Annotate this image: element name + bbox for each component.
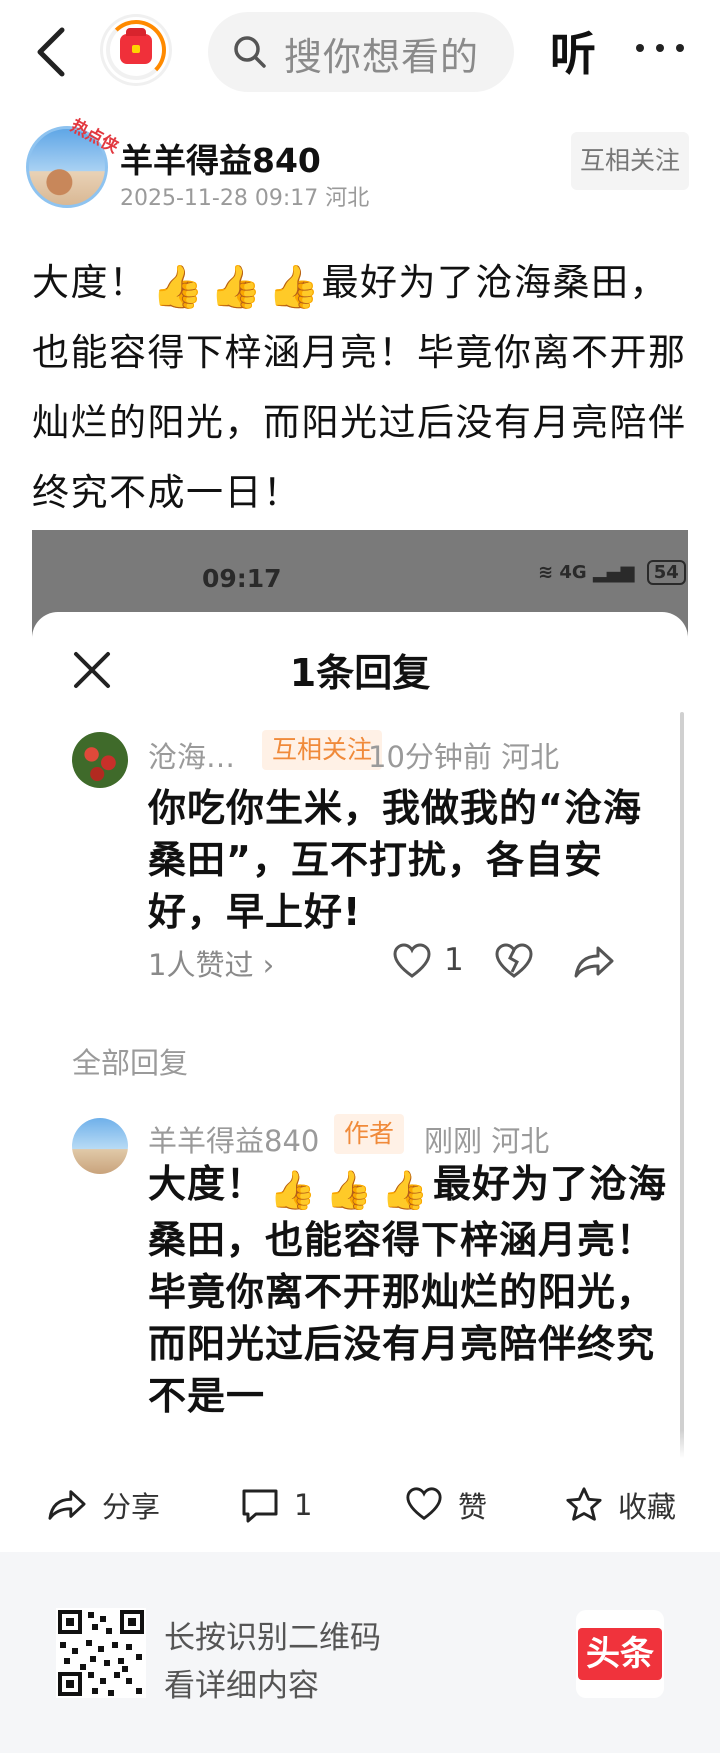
share-label: 分享 — [102, 1490, 161, 1524]
status-time: 09:17 — [202, 564, 282, 593]
heart-icon — [406, 1487, 442, 1521]
commenter-avatar — [72, 732, 128, 788]
share-icon — [574, 946, 614, 978]
like-button[interactable]: 赞 — [404, 1480, 487, 1530]
sheet-title: 1条回复 — [289, 651, 431, 695]
post-meta: 2025-11-28 09:17 河北 — [120, 186, 370, 211]
star-icon — [566, 1487, 602, 1521]
toutiao-logo: 头条 — [576, 1610, 664, 1698]
action-bar: 分享 1 赞 收藏 — [0, 1460, 720, 1550]
signal-icon: ▂▄▆ — [592, 562, 635, 583]
author-badge: 作者 — [334, 1114, 405, 1154]
mutual-follow-badge: 互相关注 — [262, 730, 383, 770]
thumbs-up-emoji: 👍 — [269, 1168, 318, 1212]
back-arrow-icon[interactable] — [30, 22, 74, 82]
author-name[interactable]: 羊羊得益840 — [120, 134, 321, 182]
thumbs-up-emoji: 👍 — [209, 262, 264, 311]
thumbs-up-emoji: 👍 — [381, 1168, 430, 1212]
comment-count: 1 — [294, 1488, 313, 1522]
thumbs-up-emoji: 👍 — [267, 262, 322, 311]
comment-time-location: 10分钟前 河北 — [368, 740, 560, 774]
comment-button[interactable]: 1 — [240, 1480, 312, 1530]
search-placeholder: 搜你想看的 — [284, 35, 480, 79]
red-packet-icon[interactable] — [100, 14, 172, 86]
liked-by-link: 1人赞过 › — [148, 948, 275, 982]
status-icons: ≋ 4G ▂▄▆ 54 — [538, 560, 686, 585]
like-label: 赞 — [458, 1490, 488, 1524]
screenshot-cut-edge — [32, 1430, 688, 1458]
post-text-start: 大度！ — [32, 261, 148, 304]
thumbs-up-emoji: 👍 — [151, 262, 206, 311]
scrollbar[interactable] — [680, 712, 684, 1458]
thumbs-up-emoji: 👍 — [325, 1168, 374, 1212]
comment-like-count: 1 — [444, 942, 464, 978]
comment-icon — [242, 1489, 278, 1523]
brand-label: 头条 — [578, 1628, 662, 1680]
collect-label: 收藏 — [618, 1490, 677, 1524]
reply-sheet: 1条回复 沧海… 互相关注 10分钟前 河北 你吃你生米，我做我的“沧海桑田”，… — [32, 612, 688, 1458]
comment-body: 你吃你生米，我做我的“沧海桑田”，互不打扰，各自安好，早上好! — [148, 786, 642, 934]
qr-hint-line2: 看详细内容 — [164, 1668, 319, 1704]
reply-time-location: 刚刚 河北 — [424, 1124, 550, 1158]
search-bar[interactable]: 搜你想看的 — [208, 12, 514, 92]
network-label: 4G — [559, 562, 587, 583]
wifi-icon: ≋ — [538, 562, 554, 583]
qr-hint-line1: 长按识别二维码 — [164, 1620, 381, 1656]
battery-icon: 54 — [646, 560, 686, 585]
share-button[interactable]: 分享 — [46, 1480, 160, 1530]
collect-button[interactable]: 收藏 — [564, 1480, 676, 1530]
reply-author-avatar — [72, 1118, 128, 1174]
post-text: 大度！👍 👍 👍最好为了沧海桑田，也能容得下梓涵月亮！毕竟你离不开那灿烂的阳光，而阳… — [32, 248, 696, 528]
heart-icon — [393, 943, 431, 978]
dislike-icon — [495, 943, 533, 978]
qr-footer: 长按识别二维码 看详细内容 头条 — [0, 1552, 720, 1753]
attached-screenshot[interactable]: 09:17 ≋ 4G ▂▄▆ 54 1条回复 沧海… 互相关注 10分钟前 河北… — [32, 530, 688, 1458]
qr-code-icon[interactable] — [56, 1608, 146, 1698]
top-bar: 搜你想看的 听 — [0, 0, 720, 104]
reply-body: 大度！ 👍 👍 👍最好为了沧海桑田，也能容得下梓涵月亮！毕竟你离不开那灿烂的阳光，而阳… — [148, 1158, 668, 1422]
reply-author-name: 羊羊得益840 — [148, 1124, 320, 1158]
listen-button[interactable]: 听 — [550, 18, 596, 84]
commenter-name: 沧海… — [148, 740, 236, 774]
share-icon — [48, 1490, 86, 1520]
more-options-icon[interactable] — [632, 26, 688, 70]
reply-text-start: 大度！ — [148, 1162, 266, 1206]
follow-status-button[interactable]: 互相关注 — [571, 132, 689, 190]
search-icon — [234, 36, 266, 68]
all-replies-label: 全部回复 — [72, 1046, 189, 1080]
